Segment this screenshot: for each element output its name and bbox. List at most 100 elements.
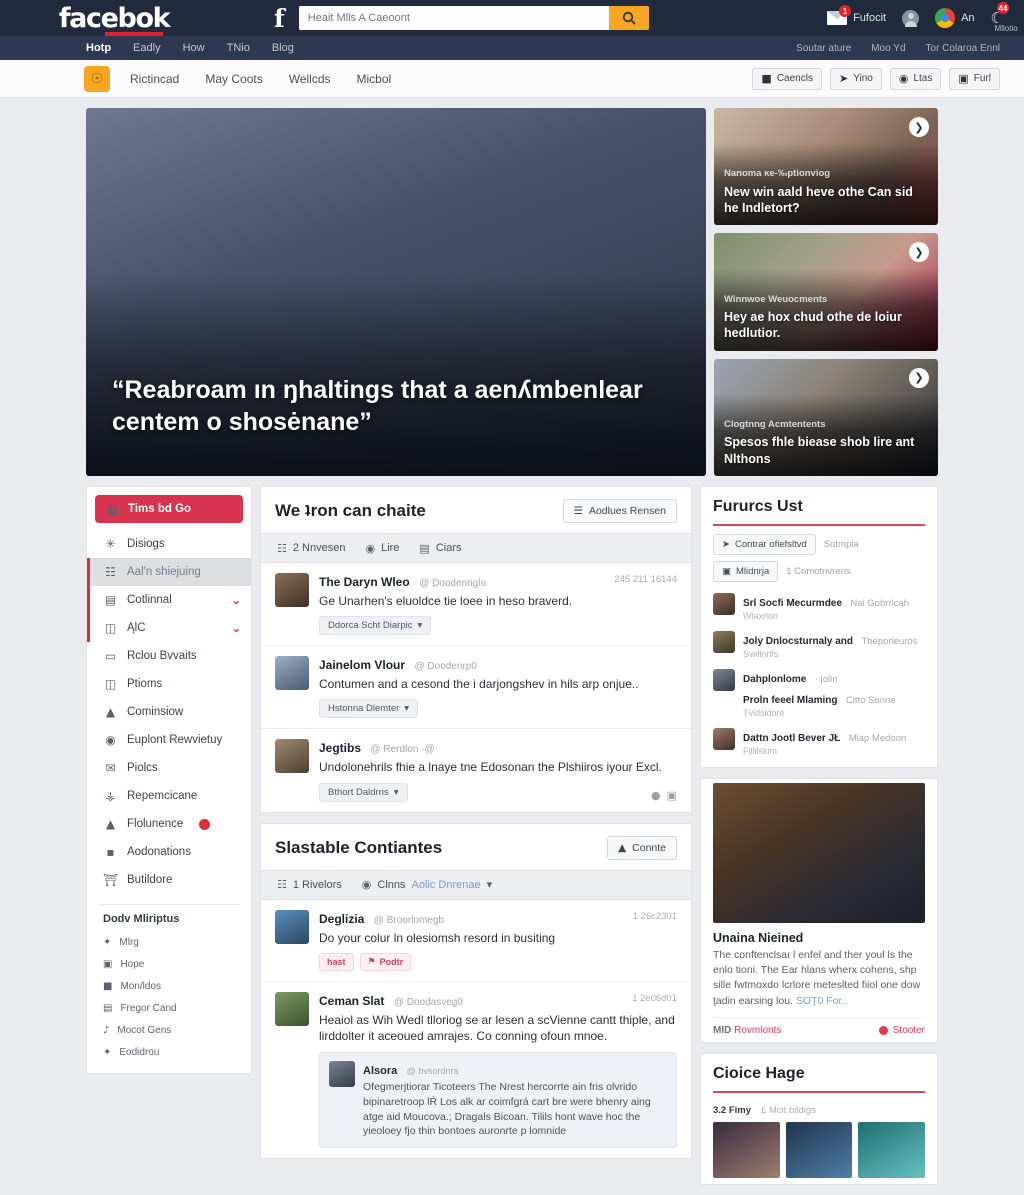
sidebar-footer-item-hope[interactable]: ▣ Hope [87, 953, 251, 975]
chevron-down-icon: ▾ [404, 703, 410, 715]
table-row[interactable]: The Daryn Wleo @ Doodennglo Ge Unarhen's… [261, 563, 691, 647]
facebook-f-icon[interactable]: f [274, 6, 285, 31]
post-tag[interactable]: Bthort Daldrns ▾ [319, 782, 408, 802]
connte-button[interactable]: ▲ Connte [607, 835, 677, 860]
nav-right-item-3[interactable]: Tor Colaroa Ennl [926, 43, 1000, 54]
nav-item-hotp[interactable]: Hotp [86, 42, 111, 54]
chevron-down-icon[interactable]: ⌄ [232, 622, 241, 635]
list-item[interactable]: Dahplonlome · jolin Proln feeel Mlaming … [701, 664, 937, 723]
search-input[interactable] [298, 6, 609, 30]
side-card-2[interactable]: ❯ Winnwoe Weuocments Hey ae hox chud oth… [714, 233, 938, 351]
image-icon[interactable]: ▣ [667, 789, 677, 802]
sidebar-item-shiejuing[interactable]: ☷ Aal'n shiejuing [87, 558, 251, 586]
sub-link-wellcds[interactable]: Wellcds [289, 72, 331, 86]
nav-item-tnio[interactable]: TNio [227, 42, 250, 54]
contrar-button[interactable]: ➤ Contrar ofiefsltvd [713, 534, 816, 555]
search-icon[interactable] [608, 6, 649, 30]
filter-ciars[interactable]: ▤ Ciars [419, 542, 461, 555]
nav-item-blog[interactable]: Blog [272, 42, 294, 54]
sidebar-item-disiogs[interactable]: ✳ Disiogs [87, 530, 251, 558]
post-tag[interactable]: Ddorca Scht Diarpic ▾ [319, 616, 432, 636]
sidebar-footer-item-eodidrou[interactable]: ✦ Eodidrou [87, 1041, 251, 1063]
sidebar-item-flolunence[interactable]: ▲ Flolunence [87, 810, 251, 838]
table-row[interactable]: Jainelom Vlour @ Doodenrp0 Contumen and … [261, 646, 691, 730]
mode-button[interactable]: ☾ 44 Mllotio [991, 2, 1018, 33]
table-row[interactable]: Jegtibs @ Rerdlon ·@ Undolonehrils fhie … [261, 729, 691, 811]
article-link[interactable]: SOŢ0 For.. [796, 995, 847, 1007]
profile-badge-icon[interactable]: ☉ [84, 65, 110, 92]
sidebar-footer-item-monldos[interactable]: ■ Mon/ldos [87, 975, 251, 997]
sidebar-item-repemcicane[interactable]: ⚶ Repemcicane [87, 782, 251, 810]
chevron-down-icon[interactable]: ⌄ [232, 594, 241, 607]
thumbnail-3[interactable] [858, 1121, 926, 1178]
status-badge[interactable]: ⚑ Podtr [359, 952, 412, 971]
filter-link[interactable]: Aolic Dnrenae [412, 879, 481, 891]
sidebar-item-euplont-rewvietuy[interactable]: ◉ Euplont Rewvietuy [87, 726, 251, 754]
sub-link-maycoots[interactable]: May Coots [205, 72, 262, 86]
article-comments[interactable]: MlD Rovmlonts [713, 1025, 781, 1036]
chevron-down-icon[interactable]: ▾ [487, 878, 493, 891]
yino-button[interactable]: ➤ Yino [829, 67, 882, 90]
brand-logo[interactable]: facebok [14, 5, 214, 36]
sidebar-item-rclou-bvvaits[interactable]: ▭ Rclou Bvvaits [87, 642, 251, 670]
sidebar-item-aodonations[interactable]: ▪ Aodonations [87, 838, 251, 866]
quoted-post[interactable]: Alsora @ bvsordnra Ofegmerjtiorar Ticote… [319, 1052, 677, 1148]
main-nav: Hotp Eadly How TNio Blog Soutar ature Mo… [0, 36, 1024, 60]
nav-right-item-2[interactable]: Moo Yd [871, 43, 905, 54]
chevron-down-icon: ▾ [393, 786, 399, 798]
article-share[interactable]: Stooter [878, 1025, 925, 1036]
notification-badge: 1 [839, 5, 852, 17]
list-item[interactable]: Srl Socfi Mecurmdee Nai Gobrrlcah Wlaxrl… [701, 588, 937, 626]
thumbnail-1[interactable] [713, 1121, 780, 1178]
sidebar-item-active[interactable]: ▦ Tims bd Go [95, 495, 243, 523]
sub-link-micbol[interactable]: Micbol [357, 72, 392, 86]
filter-nnvesen[interactable]: ☷ 2 Nnvesen [277, 542, 345, 555]
ltas-button[interactable]: ◉ Ltas [889, 67, 942, 90]
aodlues-rensen-button[interactable]: ☰ Aodlues Rensen [562, 499, 677, 523]
filter-rivelors[interactable]: ☷ 1 Rivelors [277, 878, 342, 891]
sidebar-item-cominsiow[interactable]: ▲ Cominsiow [87, 698, 251, 726]
sidebar-footer-item-mlrg[interactable]: ✦ Mlrg [87, 931, 251, 953]
article-card[interactable]: Unaina Nieined The conftenclsaı l enfel … [700, 778, 938, 1043]
furl-button[interactable]: ▣ Furl [949, 67, 1000, 90]
status-badge[interactable]: hast [319, 952, 354, 971]
sidebar-item-ptioms[interactable]: ◫ Ptioms [87, 670, 251, 698]
hero-article[interactable]: “Reabroam ın ŋhaltings that a aenʎmbenle… [86, 108, 706, 476]
cioice-tag-b[interactable]: £ Mcit bildigs [761, 1105, 816, 1116]
table-row[interactable]: Ceman Slat @ Doodasveg0 Heaiol as Wih We… [261, 982, 691, 1158]
browser-button[interactable]: An [935, 8, 975, 28]
side-card-1[interactable]: ❯ Nanoma ĸe‑‰ptionviog New win aald heve… [714, 108, 938, 226]
side-card-3[interactable]: ❯ Clogtnng Acmtentents Spesos fhle bieas… [714, 358, 938, 476]
cioice-tag-a[interactable]: 3.2 Fimy [713, 1105, 751, 1116]
post-tag[interactable]: Hstonna Dlemter ▾ [319, 699, 419, 719]
thumbnail-2[interactable] [785, 1121, 853, 1178]
sidebar-item-butildore[interactable]: ⛩ Butildore [87, 866, 251, 894]
nav-item-eadly[interactable]: Eadly [133, 42, 161, 54]
sidebar-footer-item-mocot-gens[interactable]: ♪ Mocot Gens [87, 1019, 251, 1041]
search-bar[interactable] [298, 6, 649, 30]
sidebar-footer-item-fregor-cand[interactable]: ▤ Fregor Cand [87, 997, 251, 1019]
caencls-button[interactable]: ■ Caencls [752, 67, 822, 90]
nav-right-item-1[interactable]: Soutar ature [796, 43, 851, 54]
chevron-right-icon[interactable]: ❯ [909, 367, 929, 388]
briefcase-icon: ◫ [104, 677, 117, 691]
list-item[interactable]: Joly Dnlocsturnaly and Tbeporleuros Swil… [701, 626, 937, 664]
sidebar-item-piolcs[interactable]: ✉ Piolcs [87, 754, 251, 782]
contributor-sub: Wlaxrlon [743, 611, 779, 621]
sub-link-rictincad[interactable]: Rictincad [130, 72, 179, 86]
account-button[interactable] [902, 9, 920, 27]
notifications-button[interactable]: 1 Fufocit [827, 5, 886, 25]
post-author: Jainelom Vlour [319, 658, 406, 673]
list-item[interactable]: Dattn Jootl Bever JŁ Mlap Medoon Fillils… [701, 723, 937, 761]
nav-item-how[interactable]: How [183, 42, 205, 54]
contributor-sub: Swillnrlfs [743, 649, 779, 659]
sidebar-item-ailc[interactable]: ◫ ĄlC ⌄ [87, 614, 251, 642]
filter-clnns[interactable]: ◉ Clnns Aolic Dnrenae ▾ [362, 878, 492, 891]
chevron-right-icon[interactable]: ❯ [909, 117, 929, 137]
mlidnrja-button[interactable]: ▣ Mlidnrja [713, 561, 779, 582]
sidebar-item-cotlinnal[interactable]: ▤ Cotlinnal ⌄ [87, 586, 251, 614]
table-row[interactable]: Deglizia @ Broorlomegb Do your colur ln … [261, 900, 691, 982]
filter-lire[interactable]: ◉ Lire [365, 542, 399, 555]
person-icon[interactable]: ● [651, 789, 661, 802]
post-timestamp: 245 211 16144 [614, 574, 677, 585]
